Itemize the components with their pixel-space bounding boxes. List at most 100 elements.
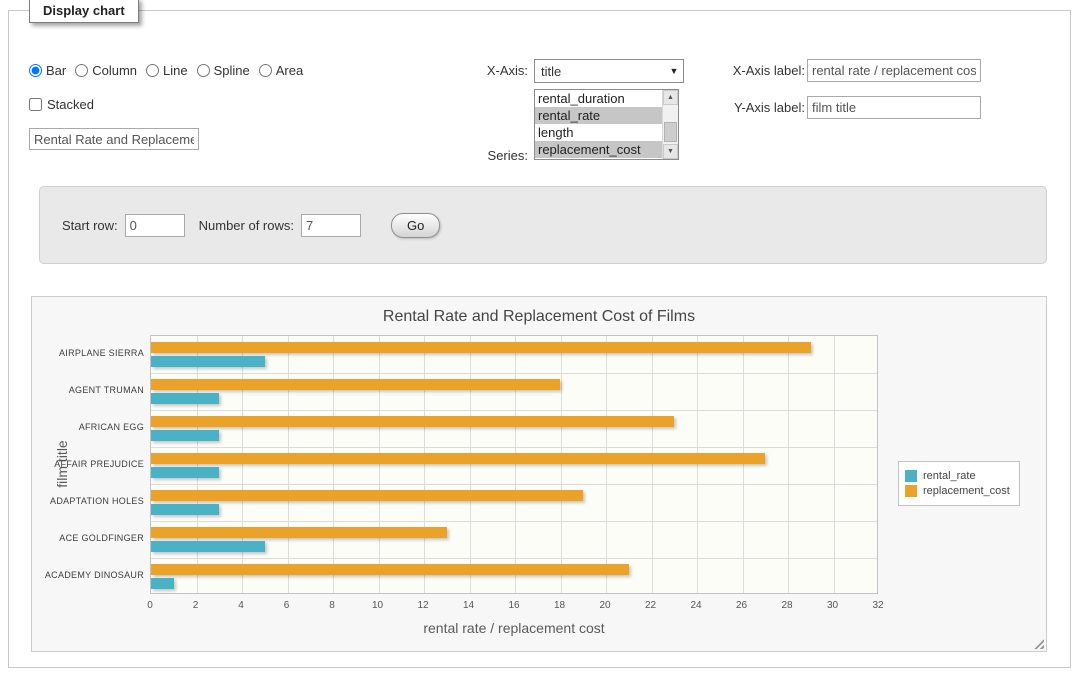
chart-type-label: Bar [46,63,66,78]
grid-line [788,336,789,593]
x-tick-label: 22 [645,600,656,611]
panel-legend: Display chart [29,0,139,23]
x-axis-select-value: title [535,64,665,79]
chart-type-option-spline[interactable]: Spline [197,63,250,78]
series-option-rental_duration[interactable]: rental_duration [535,90,662,107]
grid-line [515,336,516,593]
grid-line [151,447,877,448]
x-tick-label: 24 [690,600,701,611]
grid-line [151,373,877,374]
resize-handle-icon[interactable] [1032,637,1044,649]
bar-rental_rate [151,578,174,589]
num-rows-input[interactable] [301,214,361,237]
chart-type-option-bar[interactable]: Bar [29,63,66,78]
x-tick-label: 20 [599,600,610,611]
grid-line [151,484,877,485]
x-tick-label: 0 [147,600,153,611]
legend-item-rental_rate: rental_rate [905,470,1010,482]
legend-label: replacement_cost [923,485,1010,497]
chart-type-radio-group: Bar Column Line Spline Area [29,63,312,78]
x-tick-label: 12 [417,600,428,611]
x-tick-label: 4 [238,600,244,611]
x-axis-select[interactable]: title ▼ [534,59,684,83]
row-controls-panel: Start row: Number of rows: Go [39,186,1047,264]
grid-line [151,410,877,411]
chart-type-label: Line [163,63,188,78]
bar-rental_rate [151,541,265,552]
bar-rental_rate [151,430,219,441]
chart-panel: Rental Rate and Replacement Cost of Film… [31,296,1047,652]
chart-title: Rental Rate and Replacement Cost of Film… [32,308,1046,326]
category-label: AIRPLANE SIERRA [34,348,144,358]
bar-replacement_cost [151,564,629,575]
bar-rental_rate [151,467,219,478]
x-tick-label: 2 [193,600,199,611]
grid-line [606,336,607,593]
y-axis-label-field-label: Y-Axis label: [705,96,805,120]
scrollbar-thumb[interactable] [664,122,677,142]
chart-type-label: Area [276,63,303,78]
series-option-rental_rate[interactable]: rental_rate [535,107,662,124]
bar-replacement_cost [151,453,765,464]
legend-item-replacement_cost: replacement_cost [905,485,1010,497]
scroll-down-icon[interactable]: ▼ [663,144,678,159]
series-listbox[interactable]: rental_durationrental_ratelengthreplacem… [534,89,679,160]
legend-label: rental_rate [923,470,976,482]
grid-line [470,336,471,593]
x-tick-label: 26 [736,600,747,611]
category-label: AGENT TRUMAN [34,385,144,395]
grid-line [151,558,877,559]
category-label: ADAPTATION HOLES [34,496,144,506]
bar-replacement_cost [151,527,447,538]
x-tick-label: 14 [463,600,474,611]
x-tick-label: 6 [284,600,290,611]
chart-type-option-area[interactable]: Area [259,63,303,78]
x-axis-title: rental rate / replacement cost [150,620,878,636]
stacked-checkbox[interactable] [29,98,42,111]
chart-type-radio-bar[interactable] [29,64,42,77]
x-tick-label: 30 [827,600,838,611]
series-label: Series: [428,144,528,168]
chart-type-option-line[interactable]: Line [146,63,188,78]
series-option-length[interactable]: length [535,124,662,141]
y-axis-label-input[interactable] [807,96,981,119]
chart-legend: rental_rate replacement_cost [898,461,1020,506]
bar-replacement_cost [151,379,560,390]
chart-type-radio-spline[interactable] [197,64,210,77]
x-tick-label: 10 [372,600,383,611]
chart-title-input[interactable] [29,128,199,150]
grid-line [743,336,744,593]
series-scrollbar[interactable]: ▲ ▼ [662,90,678,159]
grid-line [834,336,835,593]
grid-line [379,336,380,593]
scroll-up-icon[interactable]: ▲ [663,90,678,105]
x-tick-label: 16 [508,600,519,611]
bar-rental_rate [151,504,219,515]
chart-type-radio-column[interactable] [75,64,88,77]
start-row-input[interactable] [125,214,185,237]
category-label: AFRICAN EGG [34,422,144,432]
x-tick-label: 28 [781,600,792,611]
x-axis-select-label: X-Axis: [428,59,528,83]
series-option-replacement_cost[interactable]: replacement_cost [535,141,662,158]
grid-line [652,336,653,593]
category-label: ACE GOLDFINGER [34,533,144,543]
stacked-option[interactable]: Stacked [29,97,94,112]
chart-type-label: Spline [214,63,250,78]
display-chart-panel: Display chart BarColumnLineSplineArea St… [8,10,1071,668]
num-rows-label: Number of rows: [199,218,294,233]
go-button[interactable]: Go [391,213,440,238]
bar-replacement_cost [151,416,674,427]
grid-line [288,336,289,593]
grid-line [424,336,425,593]
bar-rental_rate [151,356,265,367]
x-axis-label-input[interactable] [807,59,981,82]
chart-type-radio-line[interactable] [146,64,159,77]
chart-type-radio-area[interactable] [259,64,272,77]
stacked-label: Stacked [47,97,94,112]
chart-type-option-column[interactable]: Column [75,63,137,78]
x-tick-label: 18 [554,600,565,611]
grid-line [242,336,243,593]
chart-type-label: Column [92,63,137,78]
x-axis-label-field-label: X-Axis label: [705,59,805,83]
